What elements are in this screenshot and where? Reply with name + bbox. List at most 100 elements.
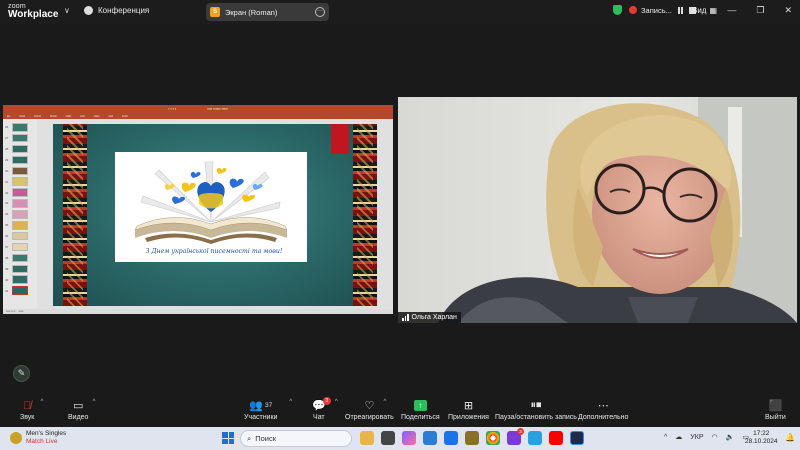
slide-thumbnails: 26 27 28 29 30 31 32 33 34 35 36 37 38 3… (3, 119, 37, 310)
tennis-ball-icon (10, 432, 22, 444)
signal-strength-icon (402, 314, 409, 321)
red-accent-block (331, 124, 349, 154)
chevron-up-icon[interactable]: ^ (384, 399, 387, 405)
pause-stop-recording-button[interactable]: ⏸⏹ Пауза/остановить запись (495, 399, 577, 421)
search-icon: ⌕ (247, 433, 252, 443)
zoom-meeting-window: zoom Workplace ∨ Конференция S Экран (Ro… (0, 0, 800, 450)
slide-thumbnail[interactable]: 39 (5, 264, 35, 274)
security-icon: ⬛ (768, 400, 783, 412)
share-screen-icon: S (210, 7, 220, 17)
edge-browser-icon[interactable] (444, 431, 458, 445)
annotate-pencil-icon[interactable]: ✎ (13, 365, 30, 382)
maximize-icon[interactable]: ❐ (756, 5, 764, 16)
leave-meeting-button[interactable]: ⬛ Выйти (765, 399, 786, 421)
slide-canvas: З Днем української писемності та мови! (37, 119, 393, 310)
taskbar-search-box[interactable]: ⌕ Поиск (240, 430, 352, 447)
more-button[interactable]: ⋯ Дополнительно (578, 399, 628, 421)
conference-info-button[interactable]: Конференция (84, 6, 149, 15)
pause-recording-icon[interactable] (677, 6, 683, 14)
minimize-icon[interactable]: — (727, 5, 736, 16)
windows-taskbar: Men's Singles Match Live ⌕ Поиск 3 ^ ☁ У… (0, 427, 800, 450)
zoom-logo: zoom Workplace (8, 3, 59, 20)
apps-button[interactable]: ⊞ Приложения (448, 399, 489, 421)
chevron-up-icon[interactable]: ^ (93, 399, 96, 405)
security-shield-icon[interactable] (613, 5, 622, 15)
close-icon[interactable]: ✕ (784, 5, 792, 16)
notification-bell-icon[interactable]: 🔔 (785, 433, 795, 442)
file-folder-icon[interactable] (465, 431, 479, 445)
zoom-app-icon[interactable] (570, 431, 584, 445)
grid-view-icon: ▦ (709, 6, 718, 15)
participant-video-tile[interactable]: Ольга Харлан (398, 97, 797, 323)
heart-react-icon: ♡ ^ (364, 399, 387, 412)
slide-thumbnail[interactable]: 34 (5, 210, 35, 219)
share-screen-icon: ↑ (413, 399, 427, 412)
screen-share-indicator[interactable]: S Экран (Roman) ··· (206, 3, 329, 21)
youtube-icon[interactable] (549, 431, 563, 445)
system-tray: ^ ☁ УКР ◠ 🔈 ▭ (664, 433, 749, 442)
participant-name-bar: Ольга Харлан (398, 312, 461, 323)
ppt-status-bar: ▪▪▪▪ ▪▪ ▪▪ ▪▪▪▪▪ (3, 309, 393, 314)
apps-grid-icon: ⊞ (463, 400, 474, 412)
chevron-up-icon[interactable]: ^ (289, 399, 292, 405)
video-button[interactable]: ▭ ^ Видео (68, 399, 96, 421)
video-camera-icon: ▭ ^ (73, 399, 96, 412)
chat-bubble-icon: 💬 3 ^ (312, 397, 338, 412)
slide-thumbnail[interactable]: 35 (5, 221, 35, 230)
language-indicator[interactable]: УКР (690, 434, 703, 441)
participant-video-feed (398, 97, 797, 323)
telegram-icon[interactable] (528, 431, 542, 445)
more-dots-icon: ⋯ (597, 400, 609, 412)
slide-thumbnail[interactable]: 28 (5, 144, 35, 154)
slide-thumbnail[interactable]: 37 (5, 242, 35, 252)
ppt-title-bar: ▪ ▪ ▪ ▪ ▪▪▪▪ ▪▪▪▪▪▪ ▪▪▪▪▪ (3, 105, 393, 113)
volume-icon[interactable]: 🔈 (726, 433, 735, 441)
onedrive-icon[interactable]: ☁ (675, 433, 682, 441)
chevron-up-icon[interactable]: ^ (664, 434, 667, 441)
microphone-muted-icon: 🎙̸ ^ (23, 399, 44, 412)
share-screen-button[interactable]: ↑ Поделиться (401, 399, 440, 421)
chevron-down-icon[interactable]: ∨ (64, 6, 70, 15)
widgets-news-button[interactable]: Men's Singles Match Live (10, 430, 66, 446)
slide-thumbnail[interactable]: 33 (5, 199, 35, 208)
chevron-up-icon[interactable]: ^ (335, 399, 338, 405)
slide-thumbnail-selected[interactable]: 41 (5, 286, 35, 295)
window-controls: — ❐ ✕ (727, 5, 792, 16)
wifi-icon[interactable]: ◠ (712, 433, 718, 441)
slide-caption: З Днем української писемності та мови! (145, 248, 283, 255)
slide-thumbnail[interactable]: 32 (5, 188, 35, 197)
copilot-icon[interactable] (402, 431, 416, 445)
recording-indicator: Запись... (613, 5, 696, 15)
slide-thumbnail[interactable]: 36 (5, 231, 35, 241)
participants-button[interactable]: 👥 37 ^ Участники (244, 399, 292, 421)
windows-start-icon[interactable] (222, 432, 234, 444)
more-options-icon[interactable]: ··· (315, 7, 325, 17)
view-button[interactable]: Вид ▦ (692, 6, 717, 15)
viber-icon[interactable]: 3 (507, 428, 524, 445)
ms-store-icon[interactable] (423, 431, 437, 445)
system-clock[interactable]: 17:22 28.10.2024 (745, 430, 778, 446)
chat-button[interactable]: 💬 3 ^ Чат (312, 397, 338, 421)
slide-thumbnail[interactable]: 40 (5, 275, 35, 284)
record-dot-icon (629, 6, 637, 14)
slide-thumbnail[interactable]: 26 (5, 123, 35, 132)
slide-thumbnail[interactable]: 27 (5, 133, 35, 143)
react-button[interactable]: ♡ ^ Отреагировать (345, 399, 394, 421)
file-explorer-icon[interactable] (360, 431, 374, 445)
people-icon (84, 6, 93, 15)
slide-thumbnail[interactable]: 29 (5, 155, 35, 165)
slide-thumbnail[interactable]: 31 (5, 177, 35, 186)
pause-stop-record-icon: ⏸⏹ (530, 399, 542, 411)
audio-button[interactable]: 🎙̸ ^ Звук (20, 399, 44, 421)
chat-unread-badge: 3 (322, 397, 331, 405)
slide-thumbnail[interactable]: 30 (5, 166, 35, 176)
embroidery-ornament-right (353, 124, 377, 306)
current-slide[interactable]: З Днем української писемності та мови! (53, 124, 377, 306)
chrome-icon[interactable] (486, 431, 500, 445)
meeting-controls-toolbar: 🎙̸ ^ Звук ▭ ^ Видео 👥 37 ^ Участники 💬 3 ^ Чат… (0, 395, 800, 427)
chevron-up-icon[interactable]: ^ (40, 399, 43, 405)
task-view-icon[interactable] (381, 431, 395, 445)
slide-thumbnail[interactable]: 38 (5, 253, 35, 263)
ppt-body: 26 27 28 29 30 31 32 33 34 35 36 37 38 3… (3, 119, 393, 310)
top-bar: zoom Workplace ∨ Конференция S Экран (Ro… (0, 0, 800, 24)
